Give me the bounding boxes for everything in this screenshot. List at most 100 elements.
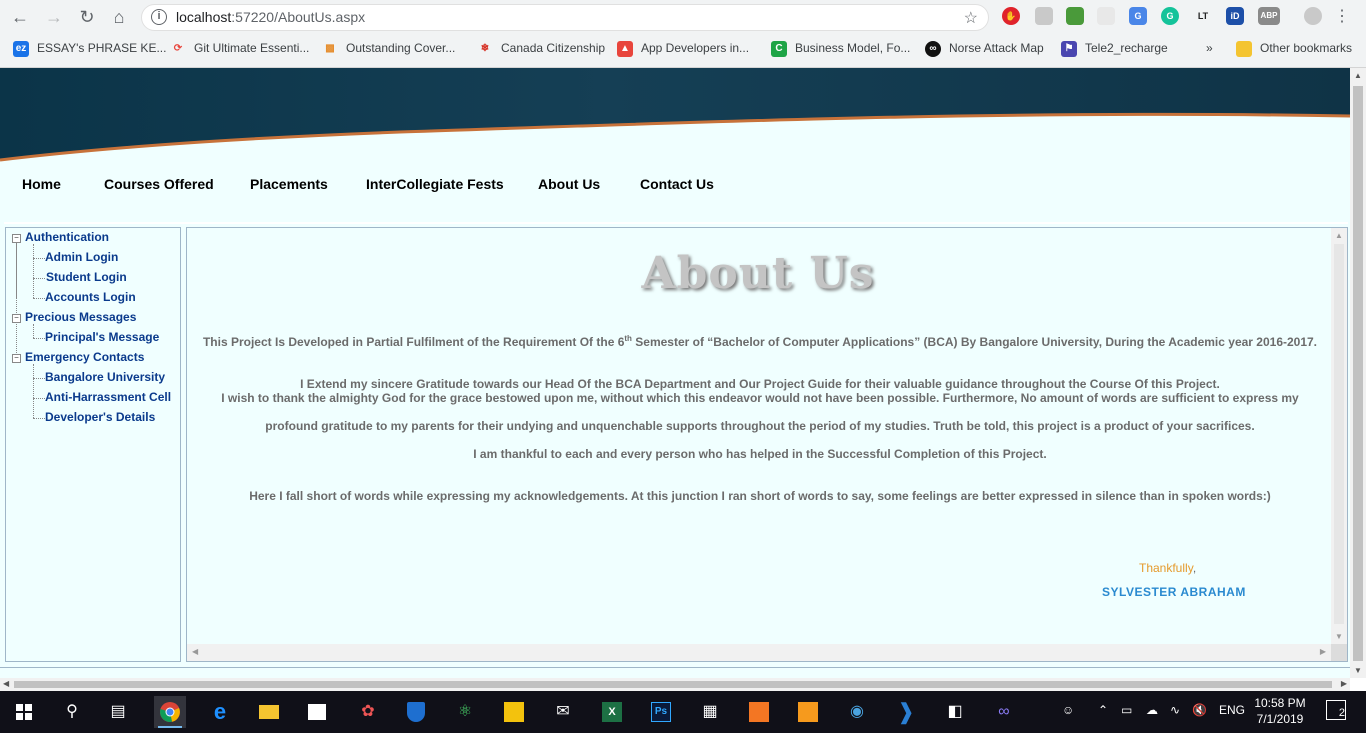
extension-adblock-icon[interactable]: ✋ [1002,7,1020,25]
collapse-icon[interactable]: − [12,314,21,323]
infinity-app-icon[interactable]: ∞ [988,696,1020,728]
tree-line [16,244,17,298]
scroll-right-arrow-icon[interactable]: ▶ [1320,647,1326,656]
clock[interactable]: 10:58 PM 7/1/2019 [1248,695,1312,727]
notifications-icon[interactable]: 2 [1326,700,1346,720]
tree-node-anti-harrassment-cell[interactable]: Anti-Harrassment Cell [45,390,171,404]
extension-id-icon[interactable]: iD [1226,7,1244,25]
tree-node-emergency-contacts[interactable]: Emergency Contacts [25,350,144,364]
tree-node-accounts-login[interactable]: Accounts Login [45,290,136,304]
adblock-plus-icon[interactable]: ABP [1258,7,1280,25]
tree-node-bangalore-university[interactable]: Bangalore University [45,370,165,384]
info-icon[interactable]: i [151,9,167,25]
defender-shield-icon[interactable] [400,696,432,728]
profile-avatar-icon[interactable] [1304,7,1322,25]
tree-node-authentication[interactable]: Authentication [25,230,109,244]
photoshop-icon[interactable]: Ps [645,696,677,728]
scroll-up-arrow-icon[interactable]: ▲ [1354,71,1362,80]
atom-icon[interactable]: ⚛ [449,696,481,728]
menu-kebab-icon[interactable]: ⋮ [1331,6,1353,28]
clock-time: 10:58 PM [1254,696,1306,710]
collapse-icon[interactable]: − [12,234,21,243]
bookmark-item[interactable]: ▩ Outstanding Cover... [322,41,455,57]
extension-blank-icon[interactable] [1097,7,1115,25]
people-icon[interactable]: ☺ [1062,703,1074,717]
grammarly-icon[interactable]: G [1161,7,1179,25]
page-footer [0,667,1350,678]
file-explorer-icon[interactable] [253,696,285,728]
tree-node-student-login[interactable]: Student Login [46,270,127,284]
scroll-thumb[interactable] [1334,244,1344,624]
tree-node-principals-message[interactable]: Principal's Message [45,330,159,344]
flag-icon: ⚑ [1061,41,1077,57]
scroll-left-arrow-icon[interactable]: ◀ [192,647,198,656]
address-bar[interactable]: i localhost:57220/AboutUs.aspx ☆ [141,4,989,31]
nav-courses-offered[interactable]: Courses Offered [104,176,214,192]
xampp-icon[interactable] [743,696,775,728]
bookmark-item[interactable]: ez ESSAY's PHRASE KE... [13,41,166,57]
search-icon[interactable]: ⚲ [56,696,88,728]
scroll-thumb[interactable] [1353,86,1363,661]
bookmark-item[interactable]: ⚑ Tele2_recharge [1061,41,1168,57]
tree-node-developers-details[interactable]: Developer's Details [45,410,155,424]
tree-line [33,278,45,279]
more-bookmarks-chevron-icon[interactable]: » [1206,41,1213,55]
nav-intercollegiate-fests[interactable]: InterCollegiate Fests [366,176,504,192]
forward-arrow-icon[interactable]: → [43,6,65,28]
extension-cursor-icon[interactable] [1035,7,1053,25]
back-arrow-icon[interactable]: ← [9,6,31,28]
nav-about-us[interactable]: About Us [538,176,600,192]
vscode-icon[interactable]: ❱ [890,696,922,728]
bookmark-item[interactable]: ❄ Canada Citizenship [477,41,605,57]
volume-muted-icon[interactable]: 🔇 [1192,703,1207,717]
scroll-down-arrow-icon[interactable]: ▼ [1354,666,1362,675]
language-indicator[interactable]: ENG [1219,703,1245,717]
excel-icon[interactable]: X [596,696,628,728]
paragraph-gratitude: I Extend my sincere Gratitude towards ou… [300,377,1220,391]
reload-icon[interactable]: ↻ [76,6,98,28]
content-horizontal-scrollbar[interactable]: ◀ ▶ [187,644,1331,661]
windows-start-icon[interactable] [8,696,40,728]
bookmark-item[interactable]: ▲ App Developers in... [617,41,749,57]
chrome-taskbar-icon[interactable] [154,696,186,728]
task-view-icon[interactable]: ▤ [102,696,134,728]
app-window-icon[interactable]: ◧ [939,696,971,728]
extension-puzzle-icon[interactable] [1066,7,1084,25]
bookmark-item[interactable]: ⟳ Git Ultimate Essenti... [170,41,310,57]
onedrive-cloud-icon[interactable]: ☁ [1146,703,1158,717]
chevron-up-icon[interactable]: ⌃ [1098,703,1108,717]
store-icon[interactable] [301,696,333,728]
nav-home[interactable]: Home [22,176,61,192]
content-vertical-scrollbar[interactable]: ▲ ▼ [1331,228,1347,644]
collapse-icon[interactable]: − [12,354,21,363]
bookmark-item[interactable]: ∞ Norse Attack Map [925,41,1044,57]
nav-contact-us[interactable]: Contact Us [640,176,714,192]
scroll-left-arrow-icon[interactable]: ◀ [3,679,9,688]
tree-node-admin-login[interactable]: Admin Login [45,250,118,264]
scroll-up-arrow-icon[interactable]: ▲ [1335,231,1343,240]
calculator-icon[interactable]: ▦ [694,696,726,728]
bookmark-item[interactable]: C Business Model, Fo... [771,41,910,57]
sublime-text-icon[interactable] [792,696,824,728]
edge-taskbar-icon[interactable]: e [204,696,236,728]
scroll-thumb[interactable] [14,681,1332,688]
battery-icon[interactable]: ▭ [1121,703,1132,717]
bookmark-star-icon[interactable]: ☆ [964,8,978,28]
signer-name: SYLVESTER ABRAHAM [1102,585,1246,599]
google-translate-icon[interactable]: G [1129,7,1147,25]
scroll-right-arrow-icon[interactable]: ▶ [1341,679,1347,688]
nav-placements[interactable]: Placements [250,176,328,192]
mail-icon[interactable]: ✉ [547,696,579,728]
other-bookmarks[interactable]: Other bookmarks [1236,41,1352,57]
page-horizontal-scrollbar[interactable]: ◀ ▶ [0,678,1350,691]
wifi-icon[interactable]: ∿ [1170,703,1180,717]
tree-node-precious-messages[interactable]: Precious Messages [25,310,136,324]
media-player-icon[interactable] [498,696,530,728]
app-paint-icon[interactable]: ✿ [352,696,384,728]
app-globe-icon[interactable]: ◉ [841,696,873,728]
home-icon[interactable]: ⌂ [108,6,130,28]
extension-lt-icon[interactable]: LT [1194,7,1212,25]
url-text[interactable]: localhost:57220/AboutUs.aspx [176,9,365,25]
scroll-down-arrow-icon[interactable]: ▼ [1335,632,1343,641]
page-vertical-scrollbar[interactable]: ▲ ▼ [1350,68,1366,678]
